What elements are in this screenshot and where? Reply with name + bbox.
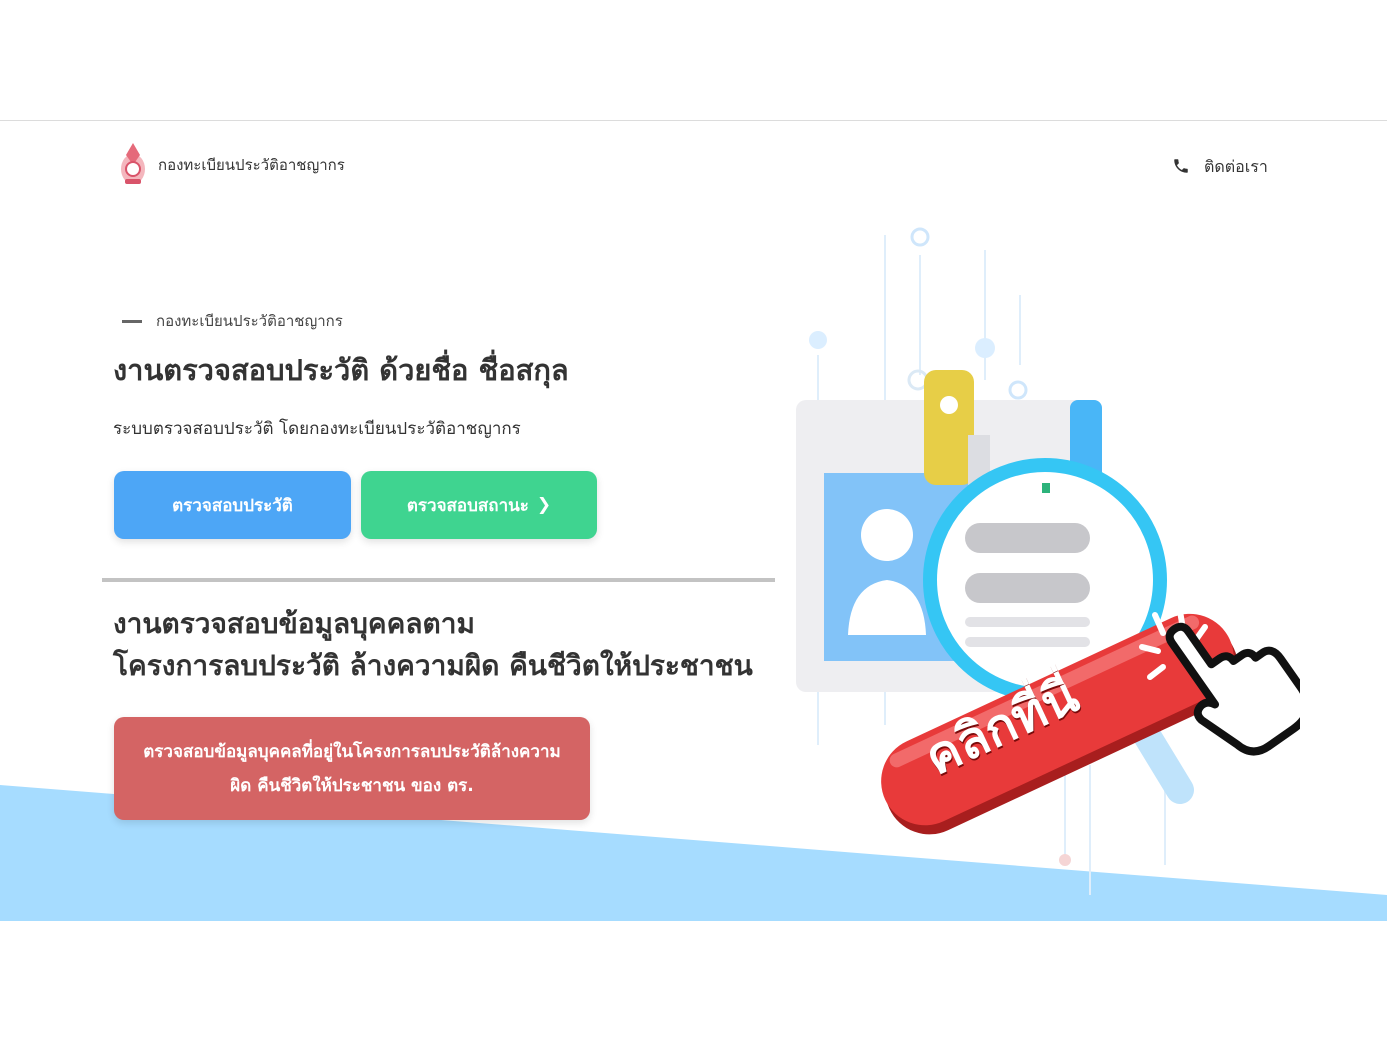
section-title: งานตรวจสอบข้อมูลบุคคลตาม โครงการลบประวัต… [113,603,753,687]
hero-section: คลิกที่นี่ กองทะเบียนประวัติอาชญากร งานต… [0,205,1387,921]
contact-link[interactable]: ติดต่อเรา [1172,155,1268,180]
phone-icon [1172,156,1190,180]
check-status-button[interactable]: ตรวจสอบสถานะ ❯ [361,471,597,539]
site-brand[interactable]: กองทะเบียนประวัติอาชญากร [158,153,345,177]
chevron-right-icon: ❯ [536,495,552,515]
check-history-button[interactable]: ตรวจสอบประวัติ [114,471,351,539]
police-emblem-icon[interactable] [118,139,148,187]
eyebrow-text: กองทะเบียนประวัติอาชญากร [156,312,343,330]
eyebrow-dash [122,319,142,323]
section-title-line2: โครงการลบประวัติ ล้างความผิด คืนชีวิตให้… [113,649,753,682]
check-status-label: ตรวจสอบสถานะ [406,495,529,516]
check-project-label-line1: ตรวจสอบข้อมูลบุคคลที่อยู่ในโครงการลบประว… [143,741,561,762]
check-project-label-line2: ผิด คืนชีวิตให้ประชาชน ของ ตร. [230,775,474,796]
page-subtitle: ระบบตรวจสอบประวัติ โดยกองทะเบียนประวัติอ… [113,419,521,439]
contact-label: ติดต่อเรา [1204,157,1268,176]
eyebrow: กองทะเบียนประวัติอาชญากร [122,309,343,333]
section-title-line1: งานตรวจสอบข้อมูลบุคคลตาม [113,607,475,640]
check-project-person-button[interactable]: ตรวจสอบข้อมูลบุคคลที่อยู่ในโครงการลบประว… [114,717,590,820]
page-title: งานตรวจสอบประวัติ ด้วยชื่อ ชื่อสกุล [113,353,569,387]
top-header: กองทะเบียนประวัติอาชญากร ติดต่อเรา [0,120,1387,206]
section-divider [102,578,775,582]
check-history-label: ตรวจสอบประวัติ [172,495,293,516]
